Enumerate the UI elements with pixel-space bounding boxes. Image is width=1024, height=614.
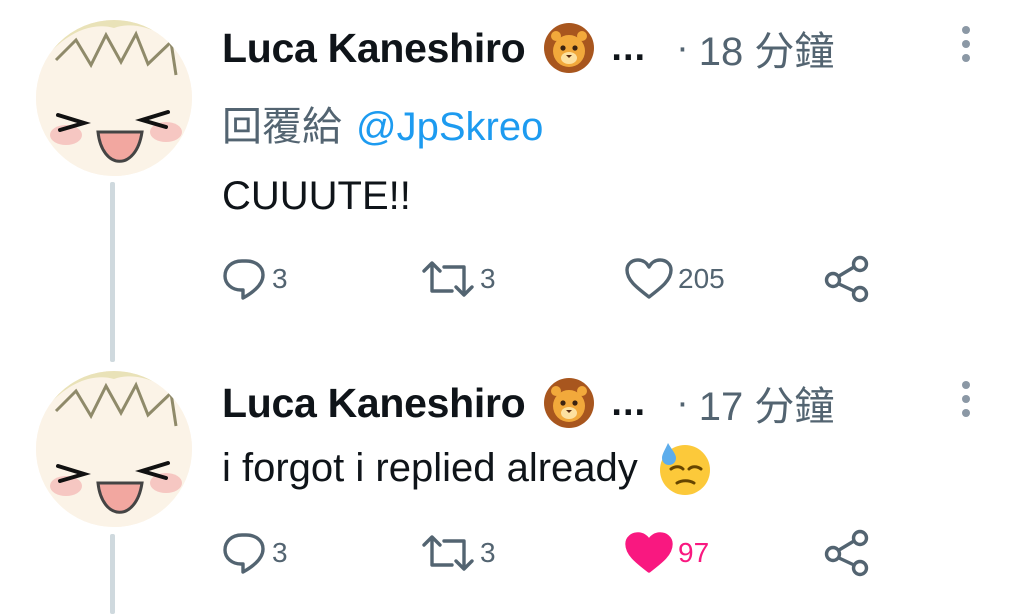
heart-icon bbox=[625, 258, 673, 299]
tweet-text-content: CUUUTE!! bbox=[222, 173, 411, 218]
like-count: 205 bbox=[678, 263, 725, 294]
more-icon[interactable] bbox=[958, 381, 974, 417]
reply-button[interactable]: 3 bbox=[222, 254, 288, 304]
like-button[interactable]: 97 bbox=[624, 528, 709, 578]
retweet-button[interactable]: 3 bbox=[420, 254, 496, 304]
like-count: 97 bbox=[678, 537, 710, 568]
retweet-icon bbox=[422, 261, 474, 297]
retweet-button[interactable]: 3 bbox=[420, 528, 496, 578]
sweat-emoji-icon bbox=[656, 439, 714, 497]
heart-icon bbox=[625, 532, 673, 573]
avatar-image bbox=[36, 20, 192, 176]
tweet-text: CUUUTE!! bbox=[222, 168, 411, 224]
more-icon[interactable] bbox=[958, 26, 974, 62]
reply-count: 3 bbox=[272, 263, 288, 294]
share-icon bbox=[824, 255, 869, 303]
reply-count: 3 bbox=[272, 537, 288, 568]
reply-to-handle[interactable]: @JpSkreo bbox=[356, 105, 543, 149]
name-ellipsis: ... bbox=[611, 26, 647, 69]
tweet-header: Luca Kaneshiro ... · 17 分鐘 bbox=[222, 373, 834, 433]
author-name[interactable]: Luca Kaneshiro bbox=[222, 380, 526, 427]
share-button[interactable] bbox=[822, 254, 872, 304]
name-ellipsis: ... bbox=[611, 381, 647, 424]
retweet-icon bbox=[422, 535, 474, 571]
tweet[interactable]: Luca Kaneshiro ... · 17 分鐘 i forgot i re… bbox=[0, 355, 1024, 612]
lion-emoji-icon bbox=[543, 377, 595, 429]
author-name[interactable]: Luca Kaneshiro bbox=[222, 25, 526, 72]
share-button[interactable] bbox=[822, 528, 872, 578]
avatar[interactable] bbox=[36, 20, 192, 176]
tweet-text: i forgot i replied already bbox=[222, 437, 714, 499]
retweet-count: 3 bbox=[480, 263, 496, 294]
tweet-header: Luca Kaneshiro ... · 18 分鐘 bbox=[222, 18, 834, 78]
separator-dot: · bbox=[676, 381, 689, 424]
timestamp[interactable]: 18 分鐘 bbox=[699, 19, 835, 77]
tweet-text-content: i forgot i replied already bbox=[222, 445, 638, 490]
reply-button[interactable]: 3 bbox=[222, 528, 288, 578]
reply-icon bbox=[223, 533, 265, 574]
share-icon bbox=[824, 529, 869, 577]
retweet-count: 3 bbox=[480, 537, 496, 568]
avatar-image bbox=[36, 371, 192, 527]
lion-emoji-icon bbox=[543, 22, 595, 74]
avatar[interactable] bbox=[36, 371, 192, 527]
reply-icon bbox=[223, 259, 265, 300]
reply-to-line: 回覆給 @JpSkreo bbox=[222, 94, 543, 152]
timestamp[interactable]: 17 分鐘 bbox=[699, 374, 835, 432]
tweet[interactable]: Luca Kaneshiro ... · 18 分鐘 回覆給 @JpSkreo C… bbox=[0, 0, 1024, 340]
like-button[interactable]: 205 bbox=[624, 254, 725, 304]
separator-dot: · bbox=[676, 26, 689, 69]
reply-to-label: 回覆給 bbox=[222, 105, 342, 149]
